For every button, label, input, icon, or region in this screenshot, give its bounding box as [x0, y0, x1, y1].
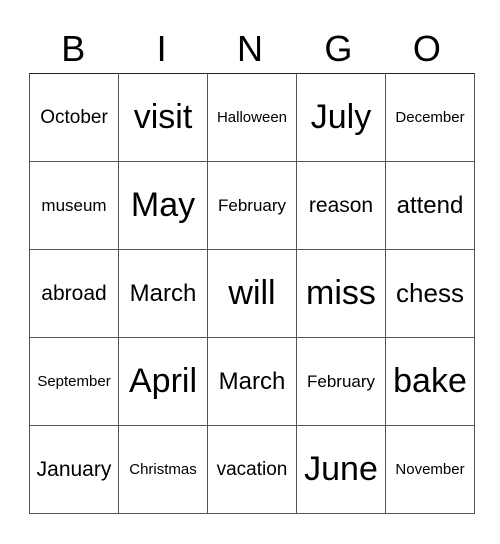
bingo-cell[interactable]: December: [385, 73, 475, 162]
bingo-cell[interactable]: Christmas: [118, 425, 208, 514]
bingo-cell[interactable]: will: [207, 249, 297, 338]
bingo-cell[interactable]: reason: [296, 161, 386, 250]
bingo-cell[interactable]: April: [118, 337, 208, 426]
header-letter-i: I: [156, 28, 167, 69]
bingo-cell[interactable]: museum: [29, 161, 119, 250]
bingo-cell[interactable]: March: [118, 249, 208, 338]
bingo-grid: October visit Halloween July December mu…: [29, 73, 475, 514]
header-letter-g: G: [324, 28, 353, 69]
bingo-cell[interactable]: chess: [385, 249, 475, 338]
bingo-cell[interactable]: attend: [385, 161, 475, 250]
bingo-cell[interactable]: November: [385, 425, 475, 514]
bingo-cell[interactable]: Halloween: [207, 73, 297, 162]
bingo-cell[interactable]: miss: [296, 249, 386, 338]
bingo-cell[interactable]: abroad: [29, 249, 119, 338]
bingo-cell[interactable]: January: [29, 425, 119, 514]
grid-row: October visit Halloween July December: [29, 73, 475, 162]
grid-row: September April March February bake: [29, 337, 475, 426]
bingo-cell[interactable]: vacation: [207, 425, 297, 514]
bingo-cell[interactable]: February: [207, 161, 297, 250]
grid-row: museum May February reason attend: [29, 161, 475, 250]
header-letter-b: B: [61, 28, 86, 69]
bingo-cell[interactable]: March: [207, 337, 297, 426]
bingo-cell[interactable]: bake: [385, 337, 475, 426]
bingo-cell[interactable]: visit: [118, 73, 208, 162]
grid-row: January Christmas vacation June November: [29, 425, 475, 514]
bingo-cell[interactable]: May: [118, 161, 208, 250]
bingo-cell[interactable]: July: [296, 73, 386, 162]
bingo-cell[interactable]: June: [296, 425, 386, 514]
header-letter-o: O: [412, 28, 441, 69]
grid-row: abroad March will miss chess: [29, 249, 475, 338]
bingo-cell[interactable]: October: [29, 73, 119, 162]
bingo-cell[interactable]: September: [29, 337, 119, 426]
header-letter-n: N: [237, 28, 264, 69]
bingo-cell[interactable]: February: [296, 337, 386, 426]
bingo-header: B I N G O: [29, 26, 471, 72]
